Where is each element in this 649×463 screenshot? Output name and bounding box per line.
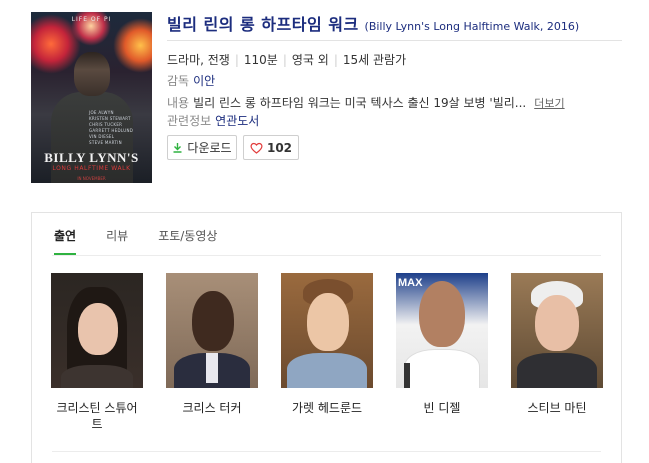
heart-icon [250, 142, 263, 154]
more-link[interactable]: 더보기 [534, 97, 564, 110]
country: 영국 외 [291, 53, 329, 67]
actor-photo[interactable] [51, 273, 143, 388]
poster-release: IN NOVEMBER [77, 176, 106, 181]
download-button[interactable]: 다운로드 [167, 135, 237, 160]
synopsis-text: 빌리 린스 롱 하프타임 워크는 미국 텍사스 출신 19살 보병 '빌리... [193, 96, 527, 110]
actor-name[interactable]: 크리스틴 스튜어트 [51, 400, 143, 432]
director-label: 감독 [167, 74, 190, 88]
like-count: 102 [266, 140, 293, 155]
cast-item[interactable]: 크리스틴 스튜어트 [51, 273, 143, 432]
divider: | [234, 53, 239, 67]
like-button[interactable]: 102 [243, 135, 299, 160]
movie-original-title: (Billy Lynn's Long Halftime Walk, 2016) [364, 20, 580, 33]
divider: | [282, 53, 287, 67]
movie-meta: 드라마, 전쟁 | 110분 | 영국 외 | 15세 관람가 [167, 51, 406, 68]
related-label: 관련정보 [167, 114, 212, 128]
cast-item[interactable]: MAX 빈 디젤 [396, 273, 488, 416]
actor-name[interactable]: 빈 디젤 [396, 400, 488, 416]
cast-item[interactable]: 크리스 터커 [166, 273, 258, 416]
poster-figure-head [74, 52, 110, 96]
divider: | [333, 53, 338, 67]
tab-bar: 출연 리뷰 포토/동영상 [54, 227, 247, 255]
actor-photo[interactable] [166, 273, 258, 388]
tab-photos-videos[interactable]: 포토/동영상 [158, 227, 217, 255]
related-books-link[interactable]: 연관도서 [215, 114, 259, 128]
poster-subtitle: LONG HALFTIME WALK [52, 165, 131, 172]
actor-photo[interactable]: MAX [396, 273, 488, 388]
poster-title: BILLY LYNN'S [44, 150, 139, 165]
tab-reviews[interactable]: 리뷰 [106, 227, 128, 255]
cast-item[interactable]: 스티브 마틴 [511, 273, 603, 416]
poster-tagline: LIFE OF PI [71, 16, 112, 23]
actor-name[interactable]: 스티브 마틴 [511, 400, 603, 416]
director-row: 감독 이안 [167, 72, 215, 89]
rating: 15세 관람가 [342, 53, 407, 67]
actor-name[interactable]: 크리스 터커 [166, 400, 258, 416]
tab-divider [52, 255, 601, 256]
synopsis-label: 내용 [167, 96, 190, 110]
director-link[interactable]: 이안 [193, 74, 215, 88]
synopsis-row: 내용 빌리 린스 롱 하프타임 워크는 미국 텍사스 출신 19살 보병 '빌리.… [167, 94, 565, 111]
download-label: 다운로드 [187, 141, 232, 155]
movie-title[interactable]: 빌리 린의 롱 하프타임 워크 [167, 15, 359, 34]
cast-panel: 출연 리뷰 포토/동영상 크리스틴 스튜어트 크리스 터커 가렛 헤드룬드 MA… [31, 212, 622, 463]
actor-photo[interactable] [281, 273, 373, 388]
actor-name[interactable]: 가렛 헤드룬드 [281, 400, 373, 416]
tab-cast[interactable]: 출연 [54, 227, 77, 255]
firework-graphic [113, 18, 152, 73]
poster-credits: JOE ALWYN KRISTEN STEWART CHRIS TUCKER G… [89, 110, 134, 145]
runtime: 110분 [243, 53, 278, 67]
download-icon [173, 143, 182, 153]
movie-poster[interactable]: LIFE OF PI JOE ALWYN KRISTEN STEWART CHR… [31, 12, 152, 183]
cast-item[interactable]: 가렛 헤드룬드 [281, 273, 373, 416]
movie-title-row: 빌리 린의 롱 하프타임 워크 (Billy Lynn's Long Halft… [167, 11, 622, 41]
actor-photo[interactable] [511, 273, 603, 388]
genre: 드라마, 전쟁 [167, 53, 230, 67]
related-row: 관련정보 연관도서 [167, 112, 259, 129]
panel-divider [52, 451, 601, 452]
